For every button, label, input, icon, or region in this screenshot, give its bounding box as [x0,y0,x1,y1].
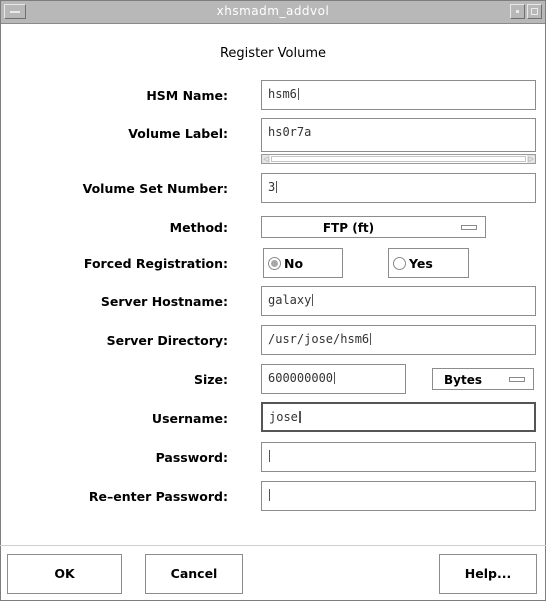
hsm-name-value: hsm6 [268,87,297,101]
text-cursor-icon [312,294,314,306]
hsm-name-label: HSM Name: [146,88,228,103]
size-label: Size: [193,372,228,387]
volume-set-number-field[interactable]: 3 [261,173,536,203]
window-title: xhsmadm_addvol [216,4,330,18]
help-button[interactable]: Help... [439,554,537,594]
scrollbar-thumb[interactable] [271,156,526,162]
username-field[interactable]: jose [261,402,536,432]
size-value: 600000000 [268,371,334,385]
server-directory-label: Server Directory: [106,333,228,348]
username-value: jose [269,410,298,424]
title-bar[interactable]: xhsmadm_addvol [1,1,545,24]
server-directory-field[interactable]: /usr/jose/hsm6 [261,325,536,355]
radio-yes-label: Yes [409,256,433,271]
scroll-left-icon[interactable]: ◁ [262,155,270,163]
option-menu-indicator-icon [509,377,525,382]
button-area-separator [0,545,546,546]
size-unit-option-menu[interactable]: Bytes [432,368,534,390]
forced-registration-label: Forced Registration: [83,256,228,271]
forced-registration-yes-radio[interactable]: Yes [388,248,469,278]
scroll-right-icon[interactable]: ▷ [527,155,535,163]
radio-unselected-icon [393,257,406,270]
volume-set-number-label: Volume Set Number: [82,181,228,196]
text-cursor-icon [297,88,300,100]
method-value: FTP (ft) [322,221,375,235]
server-hostname-label: Server Hostname: [100,294,228,309]
server-hostname-value: galaxy [268,293,312,307]
password-field[interactable] [261,442,536,472]
volume-label-scrollbar[interactable]: ◁ ▷ [261,154,536,164]
server-hostname-field[interactable]: galaxy [261,286,536,316]
volume-label-label: Volume Label: [128,126,228,141]
forced-registration-no-radio[interactable]: No [263,248,343,278]
size-field[interactable]: 600000000 [261,364,406,394]
size-unit-value: Bytes [444,373,482,387]
radio-selected-icon [268,257,281,270]
method-label: Method: [169,220,228,235]
volume-set-number-value: 3 [268,180,276,194]
hsm-name-field[interactable]: hsm6 [261,80,536,110]
text-cursor-icon [334,372,336,384]
reenter-password-field[interactable] [261,481,536,511]
password-label: Password: [155,450,228,465]
option-menu-indicator-icon [461,225,477,230]
dialog-title: Register Volume [219,46,326,61]
ok-button[interactable]: OK [7,554,122,594]
text-cursor-icon [269,489,271,501]
radio-no-label: No [284,256,304,271]
text-cursor-icon [269,450,271,462]
volume-label-value: hs0r7a [268,125,312,139]
text-cursor-icon [276,181,278,193]
maximize-icon[interactable] [527,4,542,19]
cancel-button[interactable]: Cancel [145,554,243,594]
reenter-password-label: Re–enter Password: [88,489,228,504]
volume-label-field[interactable]: hs0r7a [261,118,536,152]
minimize-icon[interactable] [510,4,525,19]
server-directory-value: /usr/jose/hsm6 [268,332,370,346]
text-cursor-icon [298,411,301,423]
text-cursor-icon [370,333,372,345]
method-option-menu[interactable]: FTP (ft) [261,216,486,238]
username-label: Username: [151,411,228,426]
